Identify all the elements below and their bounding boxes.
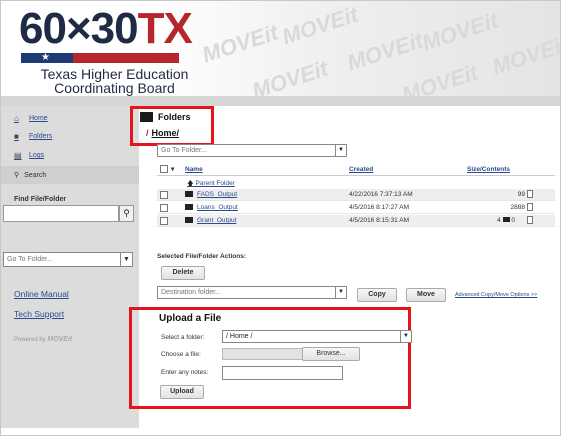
table-row: Grant_Output 4/5/2016 8:15:31 AM 4 0 [157, 215, 555, 227]
notes-label: Enter any notes: [161, 369, 209, 376]
select-folder-label: Select a folder: [161, 334, 205, 341]
folder-icon: ■ [14, 132, 19, 141]
find-label: Find File/Folder [14, 196, 67, 203]
destination-select[interactable]: Destination folder... ▼ [157, 286, 347, 299]
advanced-options-link[interactable]: Advanced Copy/Move Options >> [455, 292, 537, 298]
home-icon: ⌂ [14, 114, 19, 123]
highlight-box [130, 106, 214, 146]
sort-icon: ▾ [171, 166, 175, 173]
move-button[interactable]: Move [406, 288, 446, 302]
table-row: Loans_Output 4/5/2016 8:17:27 AM 2888 [157, 202, 555, 214]
folder-icon [185, 191, 193, 198]
arrow-up-icon: 🡅 [187, 180, 194, 187]
table-header: ▾ Name Created Size/Contents [157, 162, 555, 176]
chevron-down-icon: ▼ [335, 145, 346, 156]
header: MOVEit MOVEit MOVEit MOVEit MOVEit MOVEi… [1, 1, 560, 96]
powered-by: Powered by MOVEit [14, 336, 73, 343]
row-checkbox[interactable] [160, 191, 168, 199]
chevron-down-icon: ▼ [400, 331, 411, 342]
folder-link[interactable]: Grant_Output [185, 217, 236, 224]
copy-button[interactable]: Copy [357, 288, 397, 302]
row-checkbox[interactable] [160, 217, 168, 225]
search-icon: ⚲ [123, 208, 130, 218]
folder-link[interactable]: Loans_Output [185, 204, 238, 211]
sidebar-item-folders[interactable]: ■ Folders [14, 132, 52, 141]
folder-link[interactable]: FADS_Output [185, 191, 237, 198]
table-row: FADS_Output 4/22/2016 7:37:13 AM 99 [157, 189, 555, 201]
logo: 60×30TX ★ Texas Higher Education Coordin… [19, 4, 193, 96]
sidebar-item-logs[interactable]: ▤ Logs [14, 151, 44, 160]
tech-support-link[interactable]: Tech Support [14, 309, 64, 319]
find-input[interactable] [3, 205, 119, 222]
folder-icon [502, 217, 510, 222]
browse-button[interactable]: Browse... [302, 347, 360, 361]
folder-icon [185, 204, 193, 211]
file-icon [527, 203, 533, 211]
main-panel: Folders / Home/ Go To Folder... ▼ ▾ Name … [129, 106, 560, 428]
logo-flag: ★ [21, 52, 179, 63]
chevron-down-icon: ▼ [335, 287, 346, 298]
sidebar-item-search[interactable]: ⚲ Search [1, 166, 139, 184]
file-icon [527, 190, 533, 198]
logo-subtitle: Texas Higher Education Coordinating Boar… [40, 66, 189, 96]
delete-button[interactable]: Delete [161, 266, 205, 280]
top-bar [1, 96, 560, 106]
goto-folder-select[interactable]: Go To Folder... ▼ [157, 144, 347, 157]
row-checkbox[interactable] [160, 204, 168, 212]
file-icon [527, 216, 533, 224]
column-name[interactable]: Name [185, 166, 203, 173]
column-created[interactable]: Created [349, 166, 373, 173]
folder-icon [185, 217, 193, 224]
logs-icon: ▤ [14, 151, 22, 160]
sidebar-item-home[interactable]: ⌂ Home [14, 114, 48, 123]
chevron-down-icon: ▼ [120, 253, 132, 266]
notes-input[interactable] [222, 366, 343, 380]
logo-wordmark: 60×30TX [19, 4, 193, 53]
upload-folder-select[interactable]: / Home / ▼ [222, 330, 412, 343]
parent-folder-row: 🡅 Parent Folder [157, 177, 555, 189]
select-all-checkbox[interactable] [160, 165, 168, 173]
choose-file-label: Choose a file: [161, 351, 201, 358]
actions-label: Selected File/Folder Actions: [157, 253, 246, 260]
upload-button[interactable]: Upload [160, 385, 204, 399]
upload-title: Upload a File [159, 313, 222, 324]
goto-folder-select[interactable]: Go To Folder... ▼ [3, 252, 133, 267]
online-manual-link[interactable]: Online Manual [14, 289, 69, 299]
search-icon: ⚲ [14, 172, 20, 179]
column-size[interactable]: Size/Contents [467, 166, 510, 173]
find-search-button[interactable]: ⚲ [119, 205, 134, 222]
sidebar: ⌂ Home ■ Folders ▤ Logs ⚲ Search Find Fi… [1, 106, 139, 428]
